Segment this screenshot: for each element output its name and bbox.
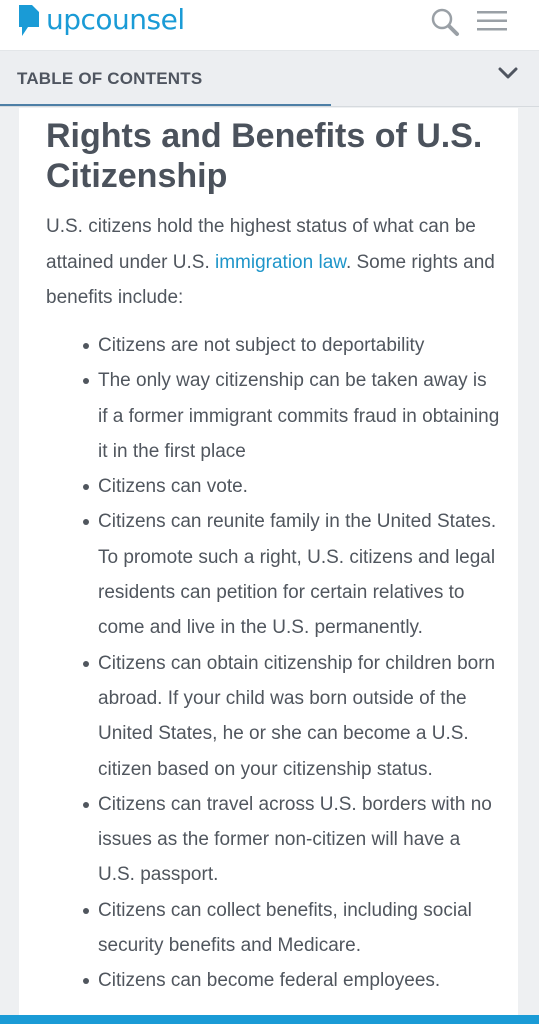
list-item: Citizens can collect benefits, including… <box>75 893 500 964</box>
upcounsel-logo[interactable]: upcounsel <box>18 3 185 37</box>
list-item: Citizens can obtain citizenship for chil… <box>75 646 500 787</box>
article-intro: U.S. citizens hold the highest status of… <box>46 209 506 316</box>
benefits-list: Citizens are not subject to deportabilit… <box>75 328 500 999</box>
list-item: Citizens can vote. <box>75 469 500 504</box>
table-of-contents-toggle[interactable]: TABLE OF CONTENTS <box>0 51 539 107</box>
logo-text: upcounsel <box>46 3 185 36</box>
list-item: Citizens are not subject to deportabilit… <box>75 328 500 363</box>
reading-progress-bar <box>0 104 331 106</box>
article-title: Rights and Benefits of U.S. Citizenship <box>46 117 483 195</box>
list-item: Citizens can reunite family in the Unite… <box>75 504 500 645</box>
list-item: Citizens can become federal employees. <box>75 963 500 998</box>
list-item: The only way citizenship can be taken aw… <box>75 363 500 469</box>
toc-label: TABLE OF CONTENTS <box>17 69 203 88</box>
logo-icon <box>19 5 39 36</box>
menu-button[interactable] <box>476 8 508 34</box>
search-button[interactable] <box>430 6 462 38</box>
search-icon <box>431 8 459 36</box>
chevron-down-icon[interactable] <box>498 66 518 80</box>
immigration-law-link[interactable]: immigration law <box>215 252 346 273</box>
list-item: Citizens can travel across U.S. borders … <box>75 787 500 893</box>
hamburger-menu-icon <box>477 11 507 31</box>
top-nav-bar: upcounsel <box>0 0 539 51</box>
bottom-bar <box>0 1015 539 1024</box>
